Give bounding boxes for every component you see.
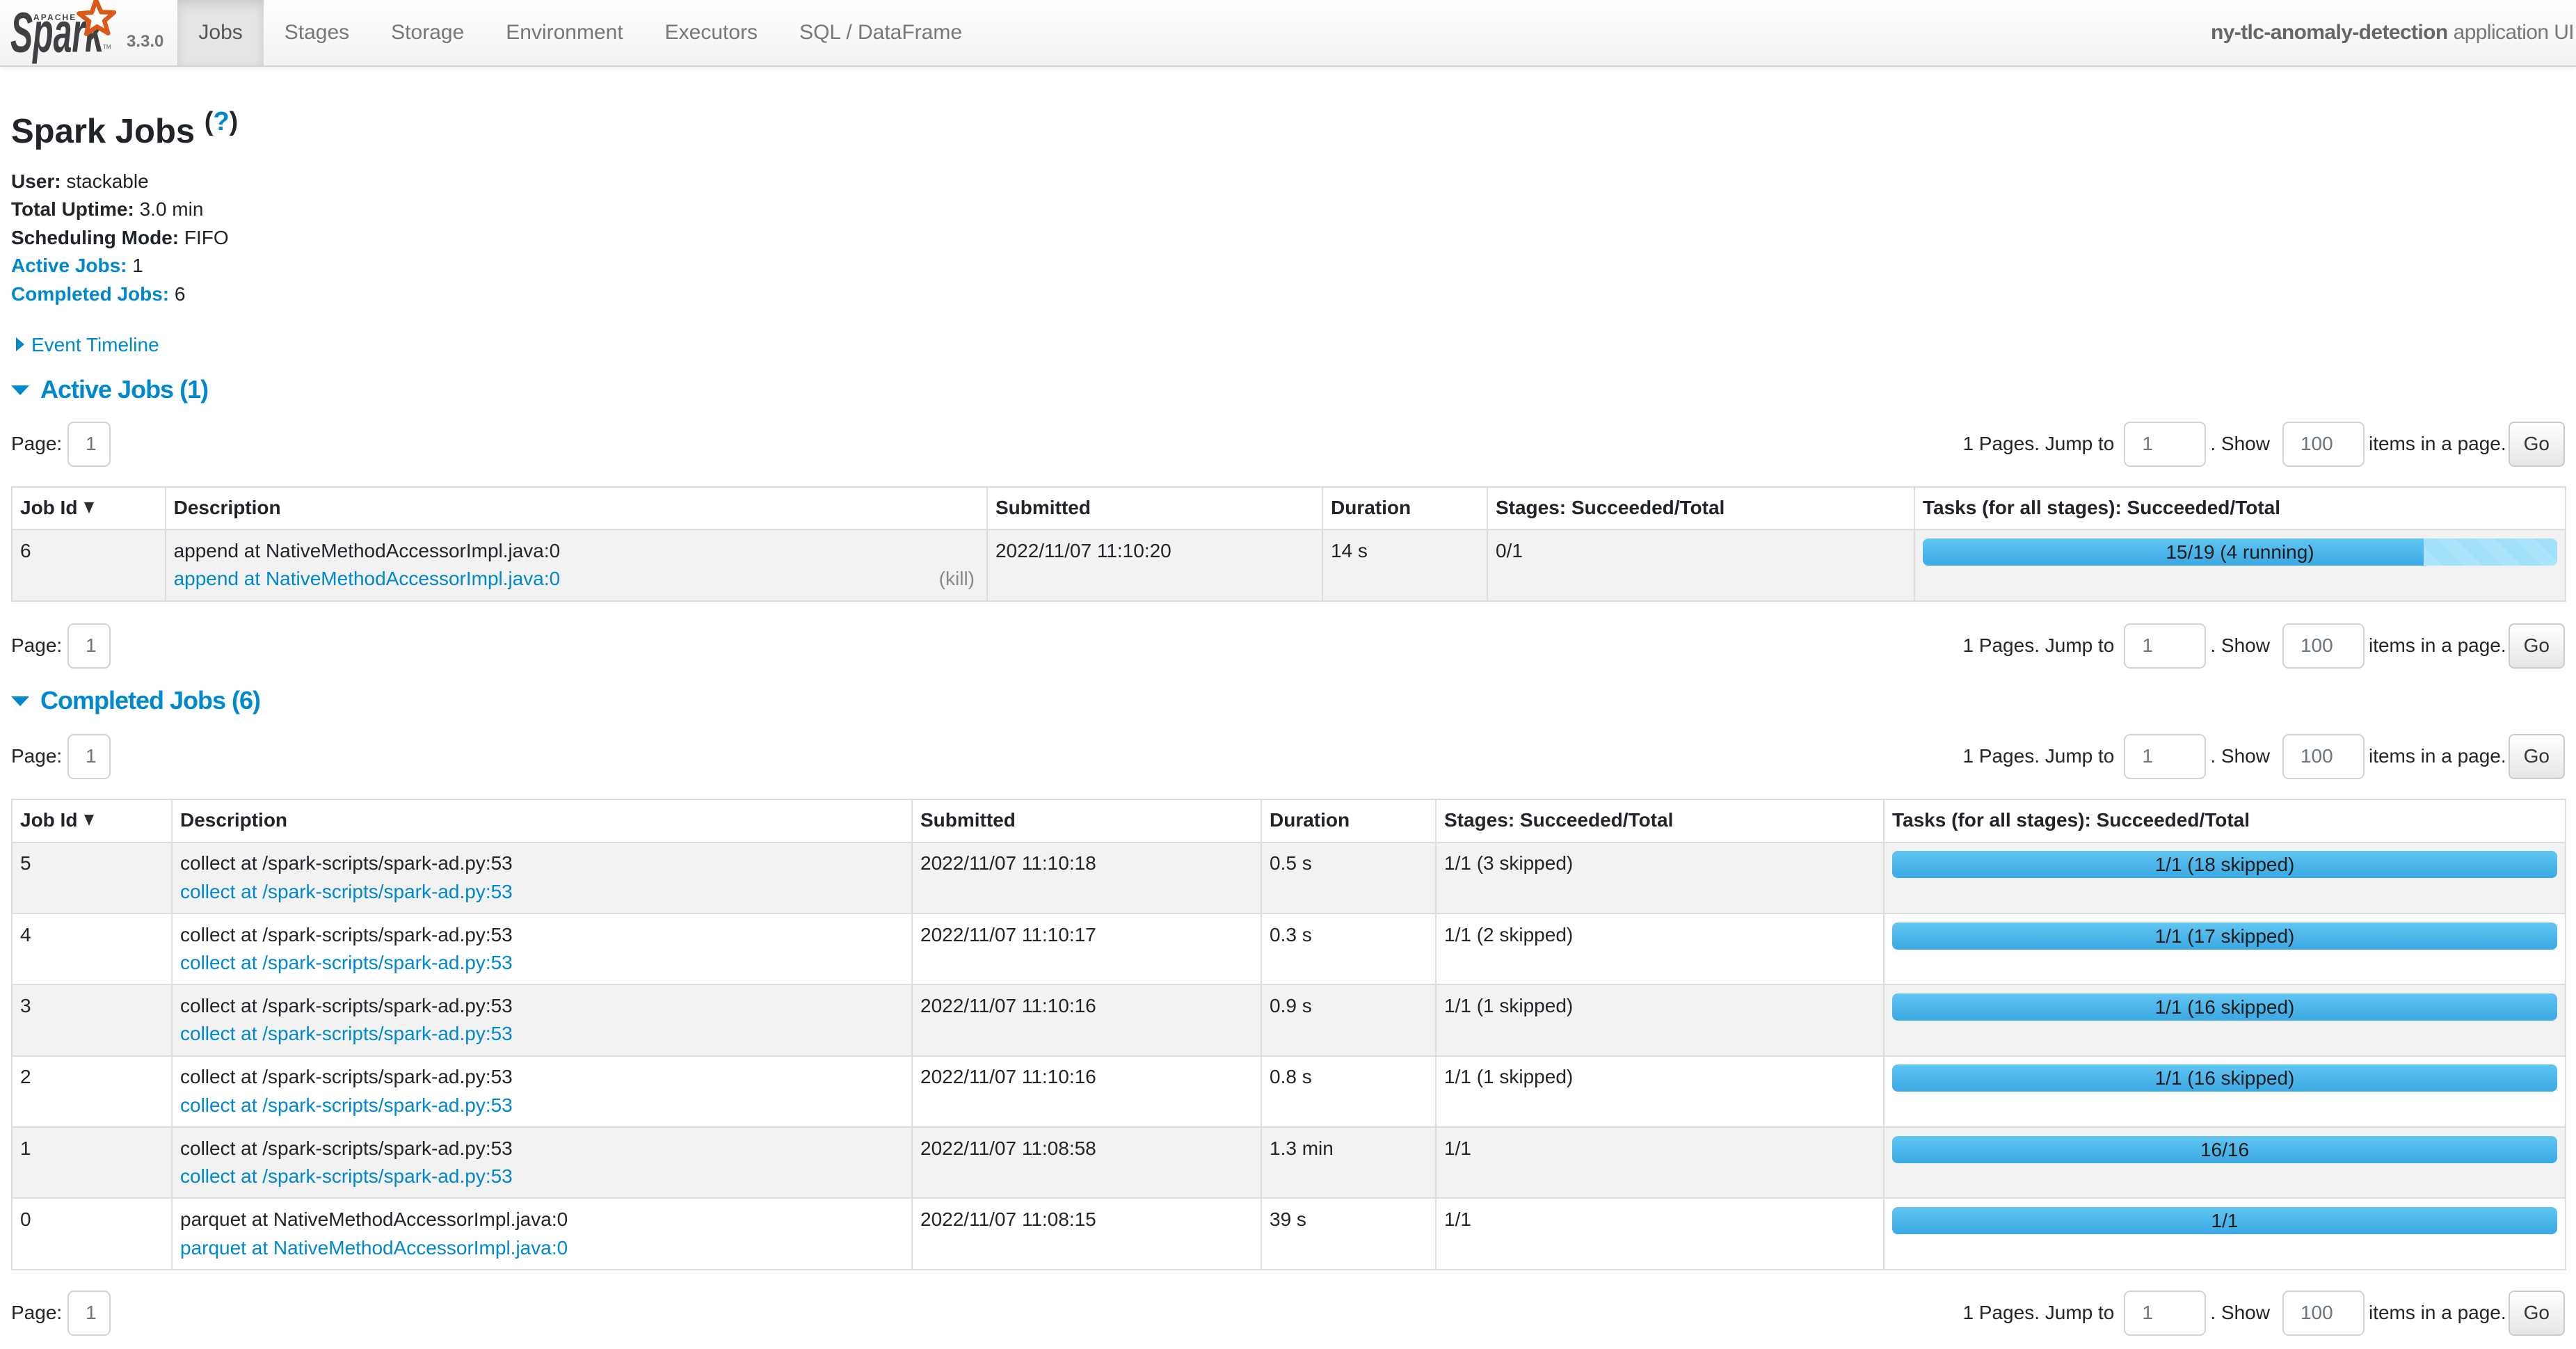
- svg-text:TM: TM: [103, 44, 111, 50]
- svg-text:APACHE: APACHE: [33, 13, 77, 22]
